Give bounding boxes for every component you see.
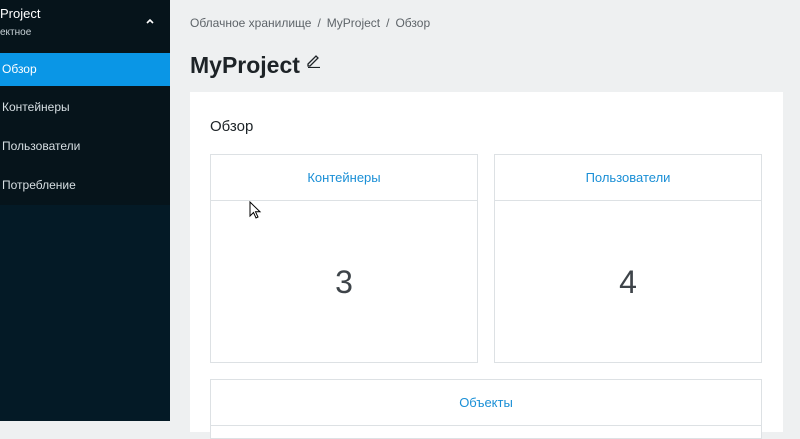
- sidebar-item-containers[interactable]: Контейнеры: [0, 91, 170, 124]
- sidebar-item-consumption[interactable]: Потребление: [0, 169, 170, 202]
- overview-panel: Обзор Контейнеры 3 Пользователи 4 Объект…: [190, 92, 783, 439]
- chevron-up-icon[interactable]: [146, 16, 154, 27]
- containers-card: Контейнеры 3: [210, 154, 478, 363]
- users-count: 4: [619, 264, 637, 300]
- sidebar: Project ектное Обзор Контейнеры Пользова…: [0, 0, 170, 421]
- sidebar-item-users[interactable]: Пользователи: [0, 130, 170, 163]
- breadcrumb-item-storage[interactable]: Облачное хранилище: [190, 16, 311, 30]
- breadcrumb-item-current: Обзор: [395, 16, 431, 30]
- pencil-icon[interactable]: [306, 52, 322, 69]
- page-title: MyProject: [190, 52, 300, 78]
- containers-card-link[interactable]: Контейнеры: [211, 155, 477, 201]
- mouse-cursor-icon: [249, 200, 263, 221]
- breadcrumb: Облачное хранилище / MyProject / Обзор: [190, 16, 430, 30]
- objects-card-link[interactable]: Объекты: [211, 380, 761, 426]
- sidebar-nav: Project ектное Обзор Контейнеры Пользова…: [0, 0, 170, 205]
- section-title: Обзор: [210, 118, 254, 135]
- users-card: Пользователи 4: [494, 154, 762, 363]
- breadcrumb-item-project[interactable]: MyProject: [327, 16, 380, 30]
- objects-card: Объекты: [210, 379, 762, 439]
- project-name: Project: [0, 6, 41, 21]
- containers-count: 3: [335, 264, 353, 300]
- breadcrumb-separator: /: [386, 16, 390, 30]
- breadcrumb-separator: /: [317, 16, 321, 30]
- users-card-link[interactable]: Пользователи: [495, 155, 761, 201]
- project-type: ектное: [0, 27, 32, 38]
- sidebar-item-overview[interactable]: Обзор: [0, 53, 170, 86]
- project-switcher[interactable]: Project ектное: [0, 0, 170, 50]
